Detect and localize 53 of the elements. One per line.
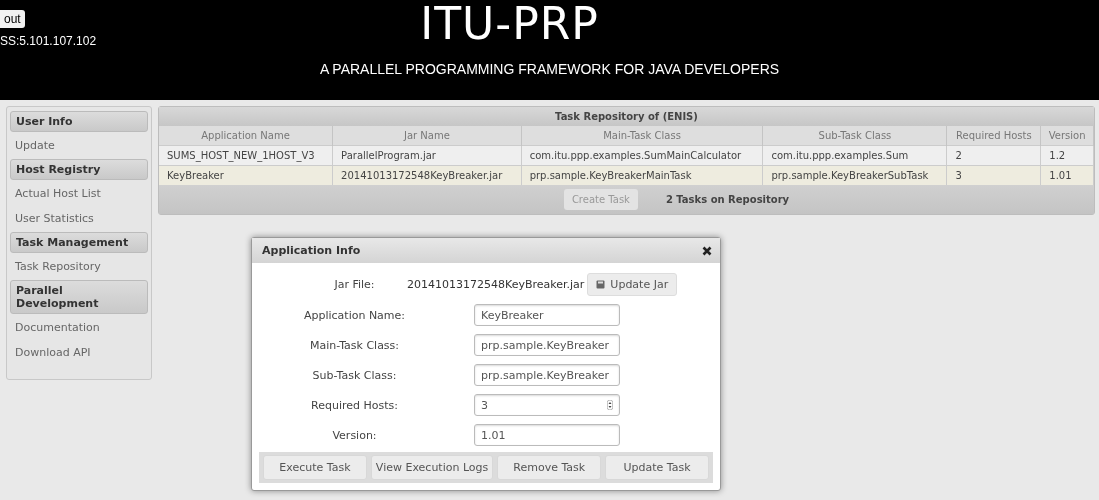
sidebar-heading: Task Management	[10, 232, 148, 253]
field-label: Required Hosts:	[310, 398, 399, 412]
table-cell: 1.2	[1040, 145, 1094, 166]
text-field[interactable]: KeyBreaker	[474, 304, 620, 326]
sidebar-heading: Host Registry	[10, 159, 148, 180]
field-label: Application Name:	[302, 308, 407, 322]
table-cell: ParallelProgram.jar	[332, 145, 522, 166]
site-title: ITU-PRP	[420, 0, 599, 49]
field-label: Sub-Task Class:	[311, 368, 398, 382]
update-jar-button[interactable]: Update Jar	[587, 273, 678, 296]
table-cell: 1.01	[1040, 165, 1094, 185]
table-cell: KeyBreaker	[159, 165, 333, 185]
table-cell: 3	[947, 165, 1041, 185]
table-cell: 20141013172548KeyBreaker.jar	[332, 165, 522, 185]
table-cell: SUMS_HOST_NEW_1HOST_V3	[159, 145, 333, 166]
site-subtitle: A PARALLEL PROGRAMMING FRAMEWORK FOR JAVA DEVELOPERS	[319, 61, 780, 77]
sidebar-item[interactable]: Documentation	[10, 315, 148, 340]
sidebar-item[interactable]: User Statistics	[10, 206, 148, 231]
text-field[interactable]: 1.01	[474, 424, 620, 446]
dialog-button[interactable]: Update Task	[605, 455, 709, 480]
column-header: Sub-Task Class	[762, 126, 947, 146]
table-cell: com.itu.ppp.examples.Sum	[762, 145, 947, 166]
dialog-button[interactable]: Remove Task	[497, 455, 602, 480]
table-cell: prp.sample.KeyBreakerSubTask	[762, 165, 947, 185]
column-header: Required Hosts	[947, 126, 1041, 146]
sidebar-item[interactable]: Download API	[10, 340, 148, 365]
field-label: Version:	[331, 428, 378, 442]
ip-address: SS:5.101.107.102	[0, 34, 98, 48]
text-field[interactable]: prp.sample.KeyBreaker	[474, 364, 620, 386]
sidebar-heading: User Info	[10, 111, 148, 132]
task-count: 2 Tasks on Repository	[665, 194, 790, 205]
column-header: Jar Name	[332, 126, 522, 146]
number-field[interactable]: 3	[474, 394, 620, 416]
table-cell: prp.sample.KeyBreakerMainTask	[521, 165, 763, 185]
sidebar-item[interactable]: Actual Host List	[10, 181, 148, 206]
table-cell: 2	[947, 145, 1041, 166]
sidebar-item[interactable]: Update	[10, 133, 148, 158]
field-label: Main-Task Class:	[308, 338, 401, 352]
dialog-button[interactable]: Execute Task	[263, 455, 367, 480]
sidebar-heading: Parallel Development	[10, 280, 148, 314]
column-header: Main-Task Class	[521, 126, 763, 146]
dialog-title: Application Info	[262, 244, 361, 257]
spinner-icon[interactable]	[607, 400, 613, 410]
dialog-button[interactable]: View Execution Logs	[370, 455, 494, 480]
close-icon[interactable]	[702, 245, 712, 256]
sidebar-item[interactable]: Task Repository	[10, 254, 148, 279]
jar-file-name: 20141013172548KeyBreaker.jar	[407, 278, 585, 291]
table-title: Task Repository of (ENIS)	[159, 107, 1094, 126]
table-cell: com.itu.ppp.examples.SumMainCalculator	[521, 145, 763, 166]
logout-button[interactable]: out	[0, 10, 25, 28]
text-field[interactable]: prp.sample.KeyBreaker	[474, 334, 620, 356]
column-header: Version	[1040, 126, 1094, 146]
column-header: Application Name	[159, 126, 333, 146]
